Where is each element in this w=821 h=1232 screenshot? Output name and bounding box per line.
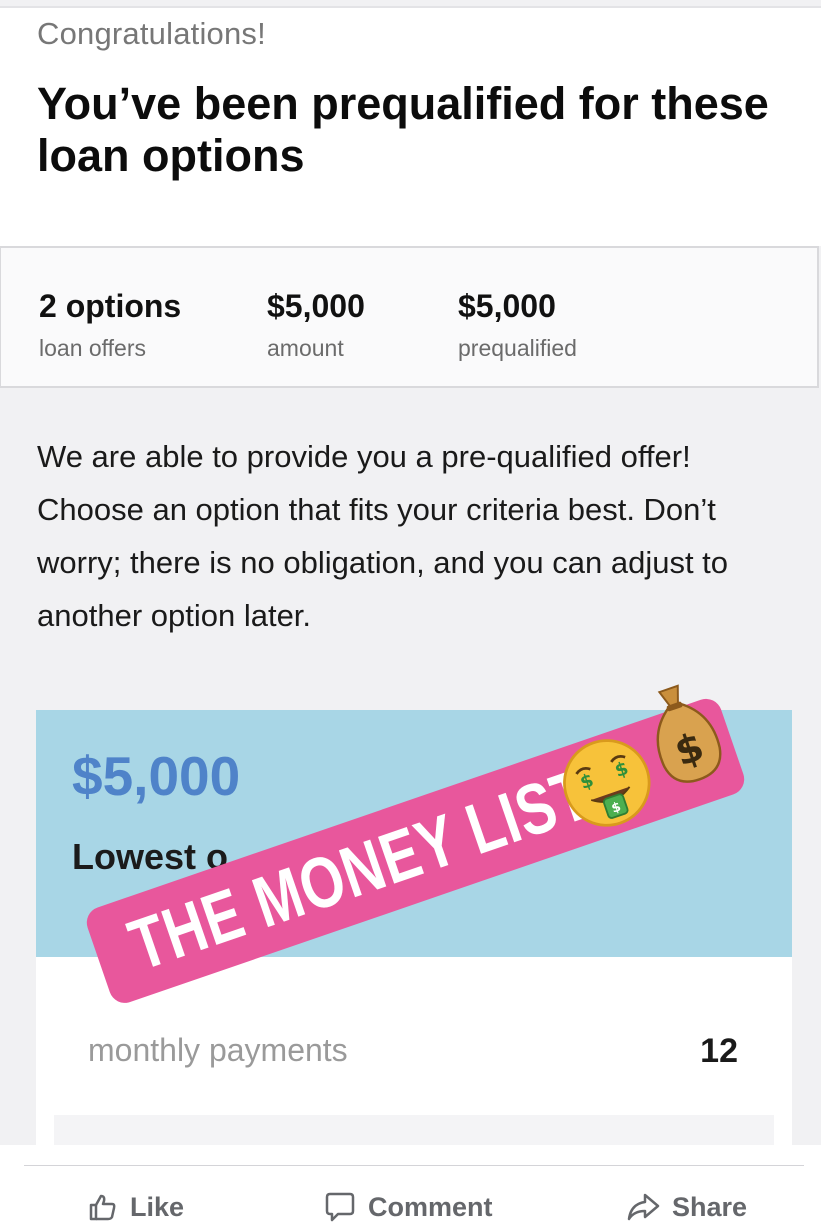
stat-value: $5,000 — [458, 288, 556, 324]
stat-prequalified: $5,000 prequalified — [458, 288, 577, 362]
term-value: 12 — [700, 1032, 738, 1070]
stat-amount: $5,000 amount — [267, 288, 365, 362]
share-button[interactable]: Share — [626, 1189, 747, 1225]
loan-summary: 2 options loan offers $5,000 amount $5,0… — [0, 246, 819, 388]
comment-label: Comment — [368, 1191, 493, 1222]
stat-label: loan offers — [39, 335, 146, 361]
intro-text: We are able to provide you a pre-qualifi… — [37, 439, 729, 633]
congrats-text: Congratulations! — [37, 16, 266, 51]
offer-amount: $5,000 — [72, 745, 241, 807]
stat-label: amount — [267, 335, 344, 361]
loan-screenshot: Congratulations! You’ve been prequalifie… — [0, 0, 821, 1145]
comment-button[interactable]: Comment — [324, 1189, 493, 1225]
like-label: Like — [130, 1191, 185, 1222]
offer-detail-panel — [54, 1115, 774, 1145]
page-title: You’ve been prequalified for these loan … — [37, 78, 769, 181]
stat-loan-offers: 2 options loan offers — [39, 288, 181, 362]
term-label: monthly payments — [88, 1032, 348, 1068]
facebook-action-bar: Like Comment Share — [0, 1145, 821, 1232]
stat-value: $5,000 — [267, 288, 365, 324]
hero-section: Congratulations! You’ve been prequalifie… — [0, 8, 821, 246]
thumbs-up-icon — [89, 1194, 116, 1221]
like-button[interactable]: Like — [88, 1189, 184, 1225]
share-arrow-icon — [627, 1193, 660, 1221]
stat-value: 2 options — [39, 288, 182, 324]
action-bar-divider — [24, 1165, 804, 1166]
speech-bubble-icon — [325, 1192, 355, 1222]
stat-label: prequalified — [458, 335, 577, 361]
share-label: Share — [672, 1191, 748, 1222]
